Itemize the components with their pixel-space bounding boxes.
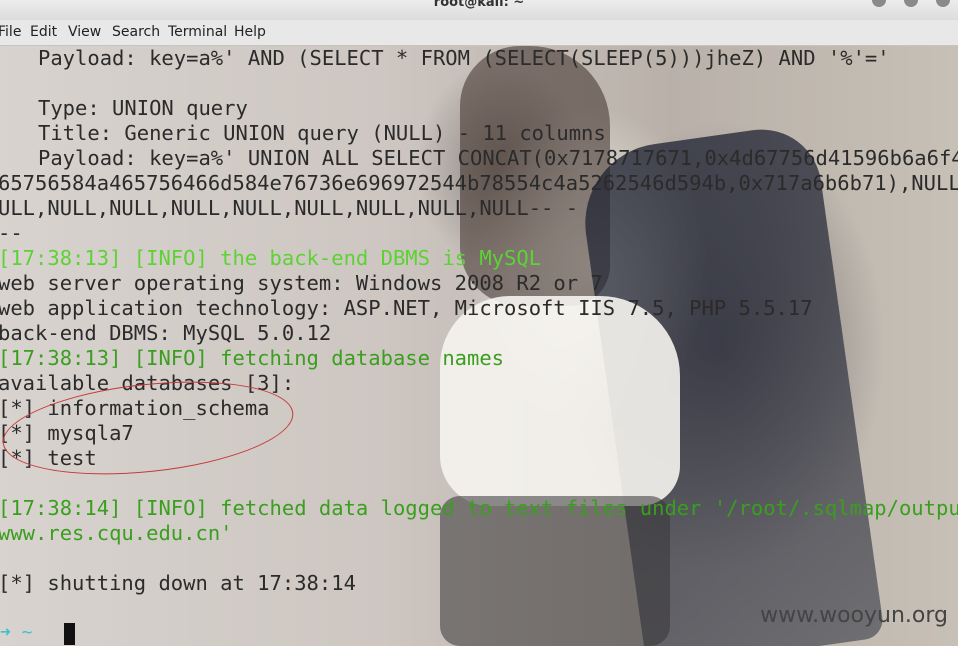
window-title: root@kali: ~ <box>433 0 525 10</box>
terminal-line: [17:38:13] [INFO] the back-end DBMS is M… <box>0 246 542 270</box>
terminal-line: 65756584a465756466d584e76736e696972544b7… <box>0 171 958 195</box>
menu-edit[interactable]: Edit <box>30 24 57 40</box>
terminal-line: [*] shutting down at 17:38:14 <box>0 571 356 595</box>
menu-help[interactable]: Help <box>234 24 266 40</box>
watermark: www.wooyun.org <box>760 603 948 628</box>
terminal-line: [17:38:13] [INFO] fetching database name… <box>0 346 505 370</box>
terminal-line: [17:38:14] [INFO] fetched data logged to… <box>0 496 958 520</box>
shell-prompt: ➜ ~ <box>0 622 33 643</box>
menu-terminal[interactable]: Terminal <box>168 24 227 40</box>
menu-file[interactable]: File <box>0 24 21 40</box>
menu-view[interactable]: View <box>68 24 101 40</box>
terminal-line: Type: UNION query <box>38 96 248 120</box>
terminal-area[interactable]: Payload: key=a%' AND (SELECT * FROM (SEL… <box>0 46 958 646</box>
terminal-line: www.res.cqu.edu.cn' <box>0 521 233 545</box>
terminal-line: back-end DBMS: MySQL 5.0.12 <box>0 321 332 345</box>
terminal-line: web server operating system: Windows 200… <box>0 271 603 295</box>
window-titlebar[interactable]: root@kali: ~ <box>0 0 958 20</box>
terminal-cursor <box>64 623 75 645</box>
terminal-line: Title: Generic UNION query (NULL) - 11 c… <box>38 121 606 145</box>
terminal-line: web application technology: ASP.NET, Mic… <box>0 296 813 320</box>
menu-search[interactable]: Search <box>112 24 160 40</box>
terminal-line: Payload: key=a%' UNION ALL SELECT CONCAT… <box>38 146 958 170</box>
terminal-line: -- <box>0 221 23 245</box>
menu-bar: File Edit View Search Terminal Help <box>0 20 958 46</box>
terminal-line: Payload: key=a%' AND (SELECT * FROM (SEL… <box>38 46 890 70</box>
terminal-output: Payload: key=a%' AND (SELECT * FROM (SEL… <box>0 46 958 596</box>
terminal-line: ULL,NULL,NULL,NULL,NULL,NULL,NULL,NULL,N… <box>0 196 579 220</box>
